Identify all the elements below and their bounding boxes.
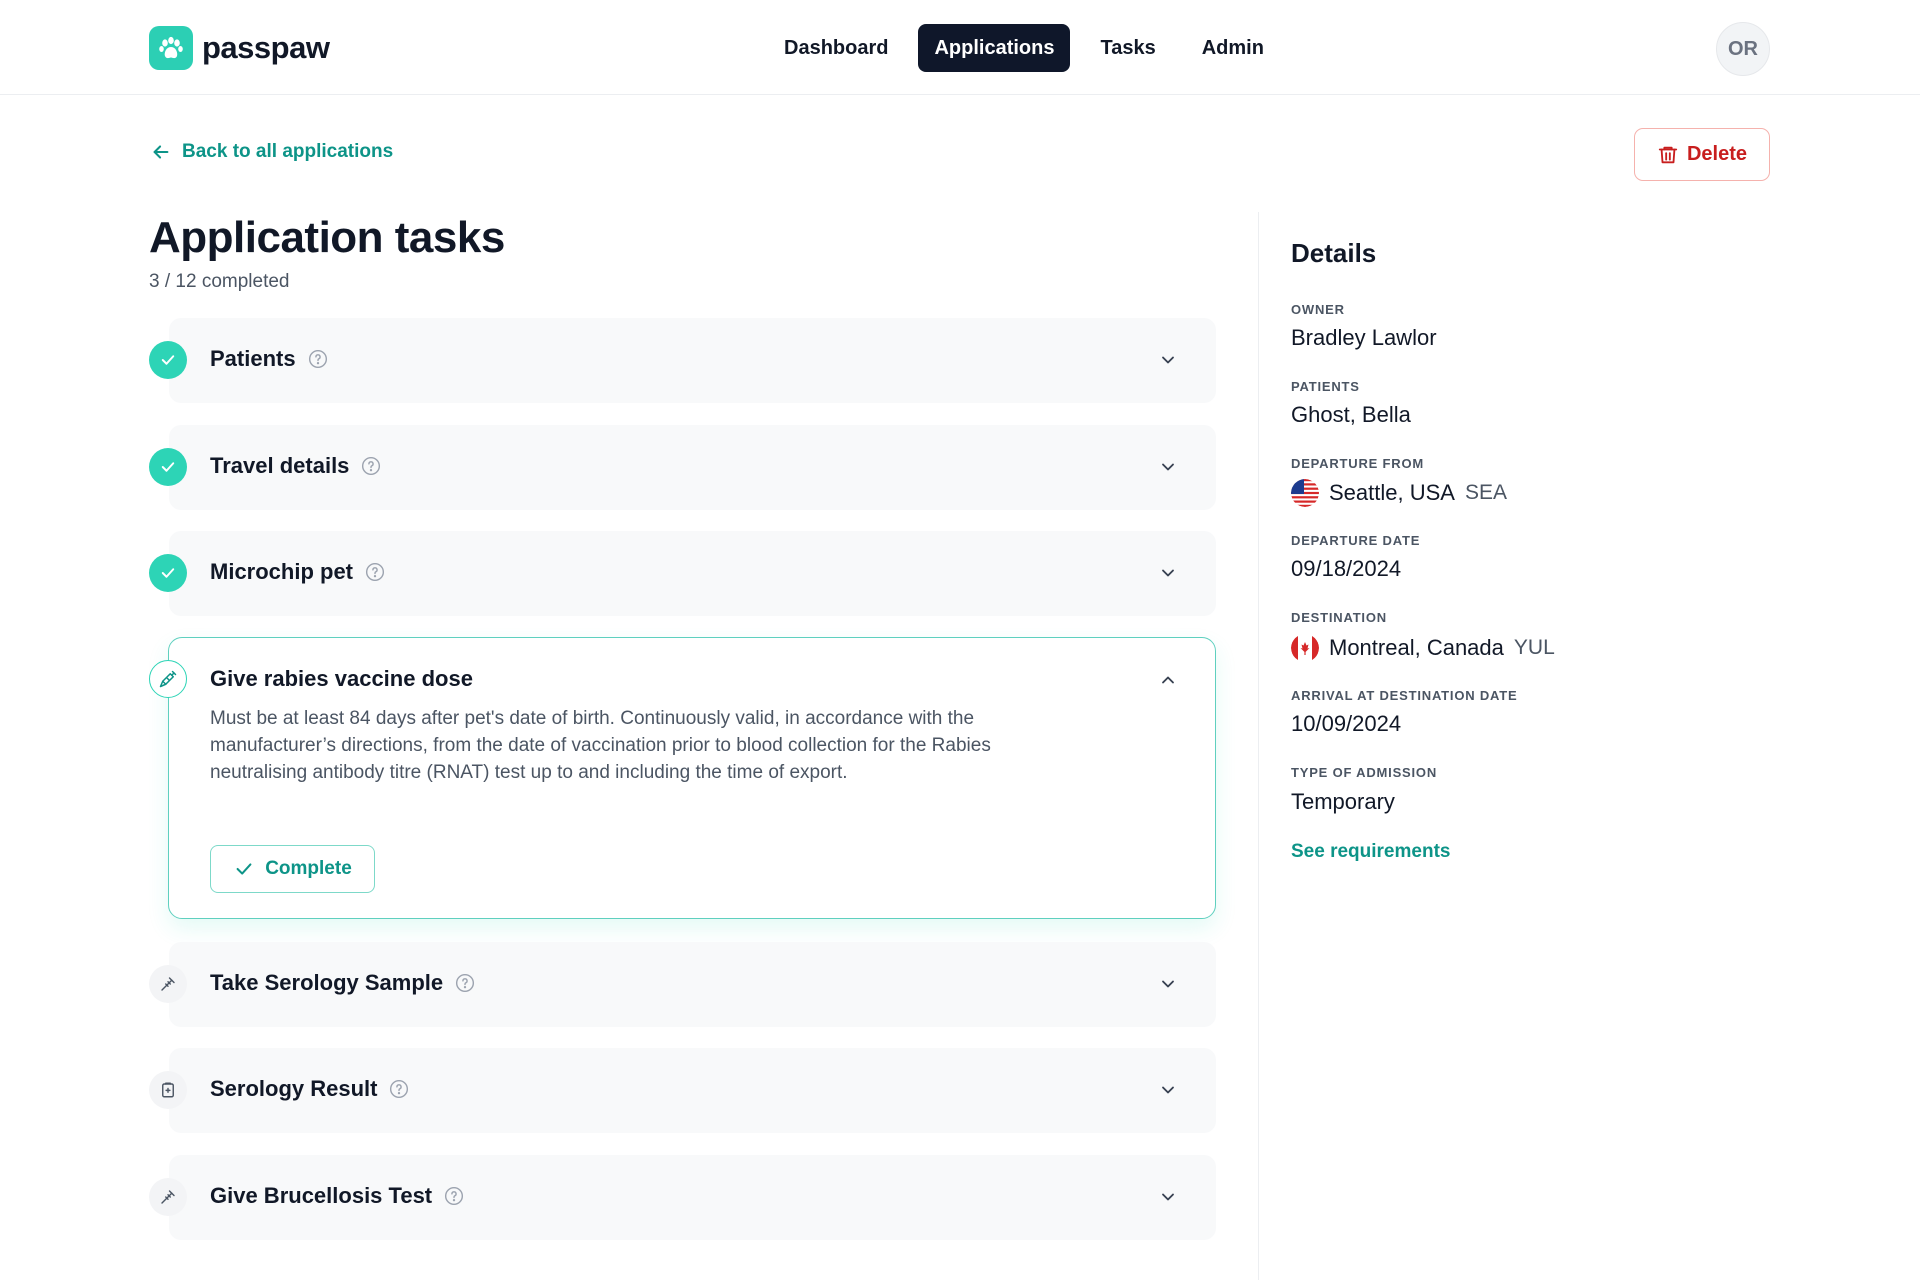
help-icon[interactable] <box>389 1079 409 1099</box>
task-title: Take Serology Sample <box>210 970 444 995</box>
delete-button[interactable]: Delete <box>1634 128 1770 181</box>
patients-value: Ghost, Bella <box>1291 402 1411 427</box>
delete-label: Delete <box>1686 143 1748 165</box>
task-header: Microchip pet <box>210 559 385 585</box>
task-header: Give rabies vaccine dose <box>210 666 473 692</box>
pipette-icon <box>149 1178 187 1216</box>
check-icon <box>149 448 187 486</box>
ca-flag-icon <box>1291 634 1319 662</box>
clipboard-icon <box>149 1071 187 1109</box>
complete-label: Complete <box>265 858 352 879</box>
task-header: Serology Result <box>210 1076 409 1102</box>
task-description: Must be at least 84 days after pet's dat… <box>210 708 991 783</box>
departure-airport-code: SEA <box>1464 481 1507 504</box>
back-to-applications-link[interactable]: Back to all applications <box>150 141 393 163</box>
task-header: Travel details <box>210 453 381 479</box>
brand-name: passpaw <box>202 30 330 65</box>
pipette-icon <box>149 965 187 1003</box>
help-icon[interactable] <box>365 562 385 582</box>
main-nav: Dashboard Applications Tasks Admin <box>768 24 1280 72</box>
details-title: Details <box>1291 238 1377 268</box>
destination-value: Montreal, Canada YUL <box>1291 634 1555 662</box>
help-icon[interactable] <box>361 456 381 476</box>
owner-label: Owner <box>1291 302 1345 317</box>
help-icon[interactable] <box>444 1186 464 1206</box>
arrival-date-value: 10/09/2024 <box>1291 711 1402 736</box>
chevron-down-icon[interactable] <box>1156 348 1180 372</box>
chevron-down-icon[interactable] <box>1156 561 1180 585</box>
brand-logo[interactable]: passpaw <box>149 26 330 70</box>
nav-tasks[interactable]: Tasks <box>1084 24 1171 72</box>
see-requirements-link[interactable]: See requirements <box>1291 841 1450 863</box>
owner-value: Bradley Lawlor <box>1291 325 1437 350</box>
task-header: Take Serology Sample <box>210 970 475 996</box>
task-title: Give Brucellosis Test <box>210 1183 433 1208</box>
help-icon[interactable] <box>308 349 328 369</box>
tasks-progress: 3 / 12 completed <box>149 271 290 292</box>
check-icon <box>149 341 187 379</box>
task-header: Give Brucellosis Test <box>210 1183 464 1209</box>
departure-date-value: 09/18/2024 <box>1291 556 1402 581</box>
task-title: Give rabies vaccine dose <box>210 666 473 691</box>
nav-applications[interactable]: Applications <box>918 24 1071 72</box>
chevron-down-icon[interactable] <box>1156 1185 1180 1209</box>
task-header: Patients <box>210 346 328 372</box>
destination-label: Destination <box>1291 610 1387 625</box>
check-icon <box>149 554 187 592</box>
task-title: Serology Result <box>210 1076 378 1101</box>
arrow-left-icon <box>150 141 172 163</box>
column-divider <box>1258 212 1259 1280</box>
help-icon[interactable] <box>455 973 475 993</box>
departure-from-label: Departure from <box>1291 456 1425 471</box>
destination-city: Montreal, Canada <box>1329 635 1504 660</box>
page-title: Application tasks <box>149 213 505 262</box>
nav-admin[interactable]: Admin <box>1186 24 1280 72</box>
chevron-down-icon[interactable] <box>1156 1078 1180 1102</box>
nav-dashboard[interactable]: Dashboard <box>768 24 904 72</box>
departure-date-label: Departure date <box>1291 533 1421 548</box>
chevron-down-icon[interactable] <box>1156 455 1180 479</box>
destination-airport-code: YUL <box>1513 636 1555 659</box>
admission-type-value: Temporary <box>1291 789 1395 814</box>
user-avatar[interactable]: OR <box>1716 22 1770 76</box>
us-flag-icon <box>1291 479 1319 507</box>
task-title: Travel details <box>210 453 350 478</box>
arrival-date-label: Arrival at destination date <box>1291 688 1518 703</box>
admission-type-label: Type of admission <box>1291 765 1438 780</box>
task-title: Patients <box>210 346 296 371</box>
syringe-icon <box>149 660 187 698</box>
trash-icon <box>1657 144 1679 166</box>
patients-label: Patients <box>1291 379 1360 394</box>
task-title: Microchip pet <box>210 559 354 584</box>
check-icon <box>233 858 255 880</box>
departure-from-value: Seattle, USA SEA <box>1291 479 1507 507</box>
complete-button[interactable]: Complete <box>210 845 375 893</box>
departure-city: Seattle, USA <box>1329 480 1455 505</box>
chevron-up-icon[interactable] <box>1156 668 1180 692</box>
paw-logo-icon <box>149 26 193 70</box>
back-link-label: Back to all applications <box>182 141 394 162</box>
top-header: passpaw Dashboard Applications Tasks Adm… <box>0 0 1920 95</box>
chevron-down-icon[interactable] <box>1156 972 1180 996</box>
